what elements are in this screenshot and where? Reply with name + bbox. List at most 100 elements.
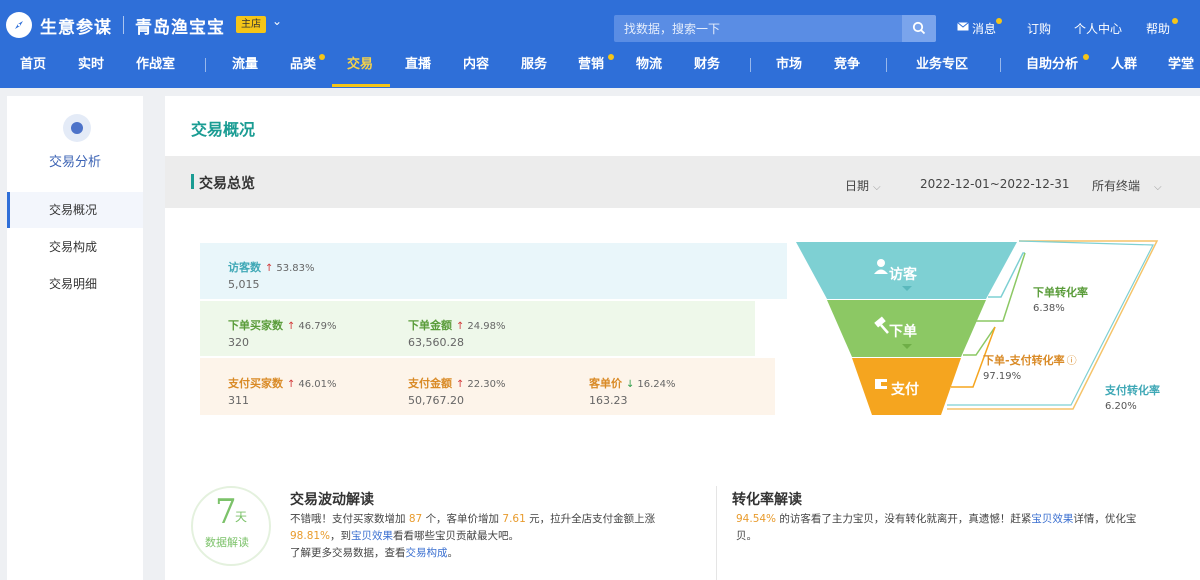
wave-text-part: 个，客单价增加	[425, 513, 500, 525]
seven-day-subtitle: 数据解读	[205, 536, 249, 549]
shop-name[interactable]: 青岛渔宝宝	[135, 13, 225, 38]
pay-amount-value: 50,767.20	[408, 394, 464, 407]
arrow-up-icon: ↑	[265, 263, 274, 274]
seven-day-badge[interactable]: 7 天 数据解读	[191, 486, 271, 566]
pay-buyers-value: 311	[228, 394, 249, 407]
nav-live[interactable]: 直播	[405, 50, 431, 88]
help-dot	[1172, 18, 1178, 24]
brand-name[interactable]: 生意参谋	[40, 13, 112, 38]
page-title: 交易概况	[191, 120, 256, 139]
unit-price-label: 客单价	[589, 377, 622, 390]
nav-divider	[886, 58, 887, 72]
subscribe-link[interactable]: 订购	[1027, 20, 1051, 37]
nav-service[interactable]: 服务	[521, 50, 547, 88]
date-range-picker[interactable]: 2022-12-01~2022-12-31	[920, 177, 1070, 191]
nav-academy[interactable]: 学堂	[1168, 50, 1194, 88]
order-pay-rate-label: 下单-支付转化率 ⓘ 97.19%	[983, 352, 1077, 382]
wave-highlight: 7.61	[502, 513, 526, 525]
wave-text-part: 不错哦！支付买家数增加	[290, 513, 406, 525]
nav-home[interactable]: 首页	[20, 50, 46, 88]
nav-divider	[750, 58, 751, 72]
wave-text-part: 了解更多交易数据，查看	[290, 547, 406, 559]
pay-rate-value: 6.20%	[1105, 401, 1137, 412]
arrow-up-icon: ↑	[456, 379, 465, 390]
nav-marketing[interactable]: 营销	[578, 50, 604, 88]
order-rate-value: 6.38%	[1033, 303, 1065, 314]
search-icon	[912, 21, 926, 35]
order-amount-change: 24.98%	[467, 321, 506, 332]
order-pay-rate-title: 下单-支付转化率	[983, 354, 1065, 367]
shop-switch-chevron-icon[interactable]: ⌄	[272, 14, 282, 28]
nav-competition[interactable]: 竞争	[834, 50, 860, 88]
wave-text-part: 看看哪些宝贝贡献最大吧。	[393, 530, 520, 542]
compass-logo-icon[interactable]	[6, 12, 32, 38]
sidebar-item-composition[interactable]: 交易构成	[7, 229, 143, 265]
pay-amount-label: 支付金额	[408, 377, 452, 390]
order-amount-metric[interactable]: 下单金额 ↑ 24.98% 63,560.28	[408, 317, 506, 349]
messages-link[interactable]: 消息	[972, 20, 996, 37]
order-buyers-label: 下单买家数	[228, 319, 283, 332]
nav-content[interactable]: 内容	[463, 50, 489, 88]
search-box	[614, 15, 936, 42]
item-effect-link[interactable]: 宝贝效果	[351, 530, 393, 542]
date-type-select[interactable]: 日期 ⌵	[845, 177, 881, 194]
nav-logistics[interactable]: 物流	[636, 50, 662, 88]
overview-title: 交易总览	[199, 176, 255, 192]
top-bar: 生意参谋 青岛渔宝宝 主店 ⌄ 消息 订购 个人中心 帮助	[0, 0, 1200, 50]
nav-finance[interactable]: 财务	[694, 50, 720, 88]
nav-warroom[interactable]: 作战室	[136, 50, 175, 88]
order-buyers-change: 46.79%	[298, 321, 337, 332]
insight-divider	[716, 486, 717, 580]
visitors-value: 5,015	[228, 278, 260, 291]
chevron-down-icon: ⌵	[1154, 182, 1162, 193]
unit-price-metric[interactable]: 客单价 ↓ 16.24% 163.23	[589, 375, 676, 407]
nav-self-analysis[interactable]: 自助分析	[1026, 50, 1078, 88]
order-rate-label: 下单转化率 6.38%	[1033, 284, 1088, 314]
trade-composition-link[interactable]: 交易构成	[406, 547, 448, 559]
pay-rate-label: 支付转化率 6.20%	[1105, 382, 1160, 412]
pay-amount-change: 22.30%	[467, 379, 506, 390]
conversion-text: 94.54% 的访客看了主力宝贝，没有转化就离开，真遗憾！赶紧宝贝效果详情，优化…	[736, 511, 1156, 545]
pay-amount-metric[interactable]: 支付金额 ↑ 22.30% 50,767.20	[408, 375, 506, 407]
wallet-icon	[875, 379, 887, 389]
nav-category-dot	[319, 54, 325, 60]
section-marker	[191, 174, 194, 189]
wave-text-part: 。	[447, 547, 459, 559]
nav-trade[interactable]: 交易	[347, 50, 373, 88]
seven-day-unit: 天	[235, 510, 248, 524]
help-link[interactable]: 帮助	[1146, 20, 1170, 37]
envelope-icon	[957, 22, 969, 31]
nav-business-zone[interactable]: 业务专区	[916, 50, 968, 88]
nav-self-analysis-dot	[1083, 54, 1089, 60]
shop-badge: 主店	[236, 16, 266, 33]
nav-traffic[interactable]: 流量	[232, 50, 258, 88]
funnel-visit-label: 访客	[889, 267, 917, 283]
messages-dot	[996, 18, 1002, 24]
nav-category[interactable]: 品类	[290, 50, 316, 88]
visitors-metric[interactable]: 访客数 ↑ 53.83% 5,015	[228, 259, 315, 291]
chevron-down-icon: ⌵	[873, 182, 881, 193]
conversion-text-part: 的访客看了主力宝贝，没有转化就离开，真遗憾！赶紧	[779, 513, 1032, 525]
pay-rate-title: 支付转化率	[1105, 384, 1160, 397]
nav-realtime[interactable]: 实时	[78, 50, 104, 88]
order-buyers-metric[interactable]: 下单买家数 ↑ 46.79% 320	[228, 317, 337, 349]
main-panel: 交易概况 交易总览 日期 ⌵ 2022-12-01~2022-12-31 所有终端…	[165, 96, 1200, 580]
sidebar-item-overview[interactable]: 交易概况	[7, 192, 143, 228]
visitors-label: 访客数	[228, 261, 261, 274]
pay-buyers-metric[interactable]: 支付买家数 ↑ 46.01% 311	[228, 375, 337, 407]
personal-center-link[interactable]: 个人中心	[1074, 20, 1122, 37]
sidebar-item-details[interactable]: 交易明细	[7, 266, 143, 302]
arrow-down-icon: ↓	[626, 379, 635, 390]
search-input[interactable]	[614, 15, 902, 42]
nav-crowd[interactable]: 人群	[1111, 50, 1137, 88]
conversion-highlight: 94.54%	[736, 513, 777, 525]
arrow-up-icon: ↑	[456, 321, 465, 332]
terminal-select[interactable]: 所有终端 ⌵	[1092, 177, 1162, 194]
nav-market[interactable]: 市场	[776, 50, 802, 88]
search-button[interactable]	[902, 15, 936, 42]
item-effect-link[interactable]: 宝贝效果	[1031, 513, 1073, 525]
info-icon[interactable]: ⓘ	[1067, 356, 1077, 367]
order-rate-title: 下单转化率	[1033, 286, 1088, 299]
wave-highlight: 87	[408, 513, 423, 525]
arrow-up-icon: ↑	[287, 379, 296, 390]
